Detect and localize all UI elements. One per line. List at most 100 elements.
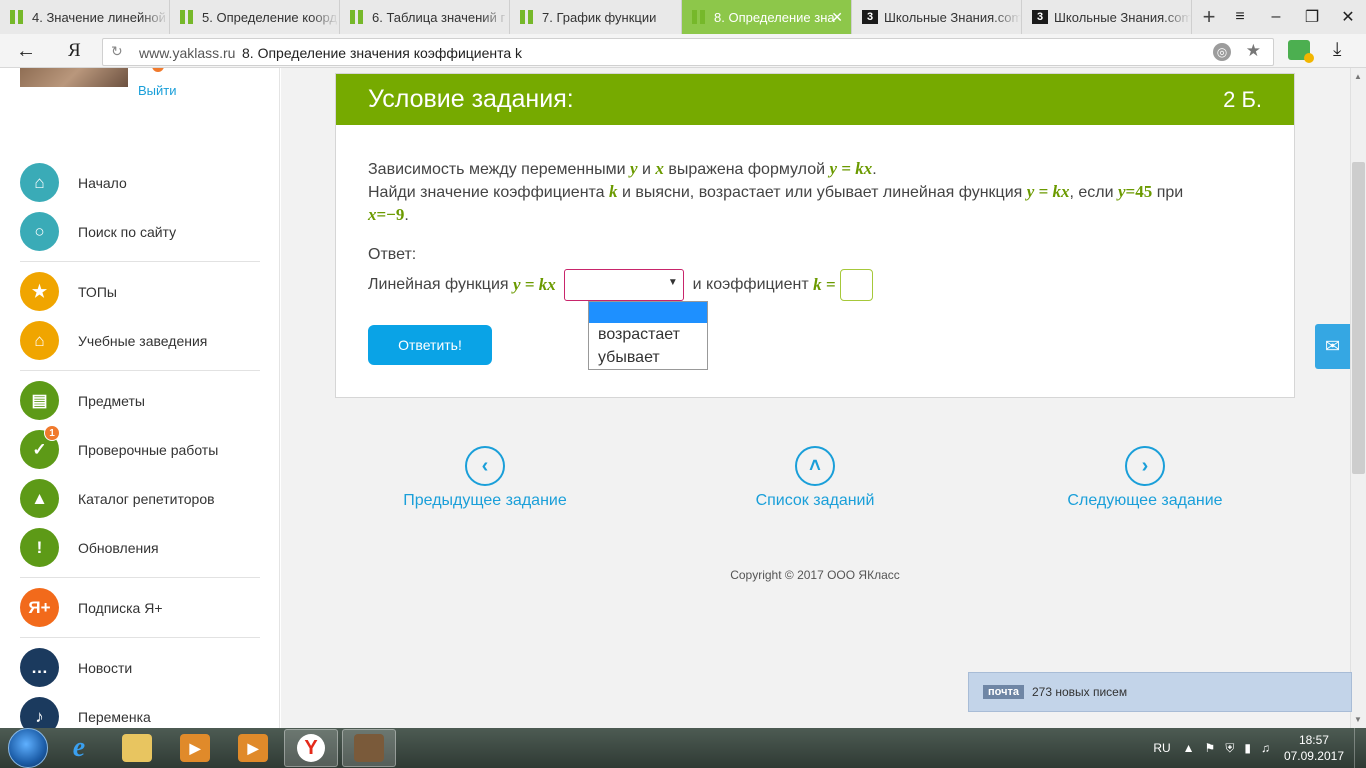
yandex-logo[interactable]: Я [68, 40, 81, 62]
task-question: Зависимость между переменными y и x выра… [368, 158, 1268, 227]
sidebar: Выйти ⌂ Начало ○ Поиск по сайту ★ ТОПы ⌂ Учебны… [0, 68, 280, 728]
submit-answer-button[interactable]: Ответить! [368, 325, 492, 365]
task-list-link[interactable]: ˄ Список заданий [695, 446, 935, 510]
browser-tab[interactable]: 3 Школьные Знания.com [1022, 0, 1192, 34]
chevron-right-icon[interactable]: › [1125, 446, 1165, 486]
sidebar-item[interactable]: ▲ Каталог репетиторов [20, 474, 260, 523]
security-icon[interactable]: ⛨ [1225, 741, 1234, 756]
taskbar-app[interactable] [342, 729, 396, 767]
sidebar-item[interactable]: ⌂ Учебные заведения [20, 316, 260, 365]
page-scrollbar[interactable]: ▲ ▼ [1350, 68, 1366, 728]
taskbar-yandex-browser[interactable]: Y [284, 729, 338, 767]
sidebar-nav: ⌂ Начало ○ Поиск по сайту ★ ТОПы ⌂ Учебные заве… [20, 158, 260, 728]
feedback-mail-button[interactable]: ✉ [1315, 324, 1350, 369]
sidebar-item[interactable]: ! Обновления [20, 523, 260, 572]
bookmark-star-icon[interactable]: ★ [1246, 41, 1261, 61]
url-field[interactable]: ↻ www.yaklass.ru 8. Определение значения… [102, 38, 1274, 66]
menu-icon[interactable]: ≡ [1222, 0, 1258, 34]
sidebar-item[interactable]: ▤ Предметы [20, 376, 260, 425]
sidebar-item-label: Подписка Я+ [78, 599, 163, 616]
address-bar: ← Я ↻ www.yaklass.ru 8. Определение знач… [0, 34, 1366, 68]
browser-tab[interactable]: 6. Таблица значений г [340, 0, 510, 34]
chevron-left-icon[interactable]: ‹ [465, 446, 505, 486]
task-navigation: ‹ Предыдущее задание ˄ Список заданий › … [335, 446, 1295, 516]
logout-link[interactable]: Выйти [138, 83, 177, 98]
sidebar-item[interactable]: ⌂ Начало [20, 158, 260, 207]
coefficient-input[interactable] [839, 269, 873, 301]
new-tab-button[interactable]: + [1192, 0, 1226, 34]
prev-task-link[interactable]: ‹ Предыдущее задание [365, 446, 605, 510]
start-button[interactable] [8, 728, 48, 768]
sidebar-item-label: Каталог репетиторов [78, 490, 215, 507]
taskbar-ie[interactable]: e [52, 729, 106, 767]
answer-label: Ответ: [368, 246, 417, 263]
show-desktop-button[interactable] [1354, 728, 1366, 768]
scrollbar-thumb[interactable] [1352, 162, 1365, 474]
yaklass-favicon-icon [10, 10, 26, 24]
browser-tab[interactable]: 7. График функции [510, 0, 682, 34]
sidebar-item[interactable]: Я+ Подписка Я+ [20, 583, 260, 632]
scroll-up-icon[interactable]: ▲ [1354, 72, 1362, 81]
volume-icon[interactable]: ♫ [1261, 741, 1270, 755]
formula: y = kx [1026, 182, 1070, 201]
dropdown-option[interactable]: убывает [589, 346, 707, 369]
clock[interactable]: 18:57 07.09.2017 [1284, 732, 1344, 764]
download-icon[interactable]: ⤓ [1333, 39, 1341, 61]
tab-fade [993, 0, 1021, 34]
next-task-link[interactable]: › Следующее задание [1025, 446, 1265, 510]
formula: y = kx [513, 275, 556, 294]
znanija-favicon-icon: 3 [1032, 10, 1048, 24]
system-tray: RU ▲ ⚑ ⛨ ▮ ♫ 18:57 07.09.2017 [1153, 728, 1366, 768]
dropdown-option[interactable]: возрастает [589, 323, 707, 346]
browser-tab[interactable]: 5. Определение коорд [170, 0, 340, 34]
task-card-header: Условие задания: 2 Б. [336, 74, 1294, 125]
answer-row: Линейная функция y = kx ▼ и коэффициент … [368, 269, 873, 301]
sidebar-item-label: Поиск по сайту [78, 223, 177, 240]
sidebar-item[interactable]: … Новости [20, 643, 260, 692]
main-content: Условие задания: 2 Б. Зависимость между … [281, 68, 1350, 728]
browser-tab[interactable]: 3 Школьные Знания.com [852, 0, 1022, 34]
browser-tab[interactable]: 8. Определение зна ✕ [682, 0, 852, 34]
taskbar-media-2[interactable]: ▶ [226, 729, 280, 767]
trend-select[interactable]: ▼ [563, 269, 684, 301]
exclamation-icon: ! [20, 528, 59, 567]
divider [20, 637, 260, 638]
mail-notification[interactable]: почта 273 новых писем [968, 672, 1352, 712]
tray-arrow-icon[interactable]: ▲ [1183, 741, 1195, 755]
minimize-icon[interactable]: – [1258, 0, 1294, 34]
question-line-3: x=−9. [368, 205, 409, 224]
taskbar-media-1[interactable]: ▶ [168, 729, 222, 767]
browser-tab[interactable]: 4. Значение линейной [0, 0, 170, 34]
chevron-up-icon[interactable]: ˄ [795, 446, 835, 486]
restore-icon[interactable]: ❐ [1294, 0, 1330, 34]
back-arrow-icon[interactable]: ← [16, 40, 36, 63]
close-tab-icon[interactable]: ✕ [831, 9, 843, 26]
notification-dot [152, 68, 164, 72]
chat-icon: … [20, 648, 59, 687]
extension-icon[interactable] [1288, 40, 1314, 63]
avatar[interactable] [20, 68, 128, 87]
taskbar-explorer[interactable] [110, 729, 164, 767]
search-icon: ○ [20, 212, 59, 251]
school-icon: ⌂ [20, 321, 59, 360]
sidebar-item-label: Предметы [78, 392, 145, 409]
scroll-down-icon[interactable]: ▼ [1354, 715, 1362, 724]
clock-date: 07.09.2017 [1283, 749, 1344, 763]
tab-label: 8. Определение зна [714, 9, 835, 25]
sidebar-item[interactable]: ✓ 1 Проверочные работы [20, 425, 260, 474]
sidebar-item[interactable]: ★ ТОПы [20, 267, 260, 316]
sidebar-item-label: Начало [78, 174, 127, 191]
dropdown-arrow-icon[interactable]: ▼ [668, 277, 678, 288]
language-indicator[interactable]: RU [1153, 741, 1170, 755]
star-icon: ★ [20, 272, 59, 311]
mail-tag: почта [983, 685, 1024, 699]
network-icon[interactable]: ▮ [1244, 741, 1251, 755]
taskbar: e ▶ ▶ Y RU ▲ ⚑ ⛨ ▮ ♫ 18:57 07.09.2017 [0, 728, 1366, 768]
sidebar-item[interactable]: ♪ Переменка [20, 692, 260, 728]
reload-icon[interactable]: ↻ [111, 43, 123, 60]
sidebar-item[interactable]: ○ Поиск по сайту [20, 207, 260, 256]
dropdown-option[interactable] [589, 302, 707, 323]
close-window-icon[interactable]: ✕ [1330, 0, 1366, 34]
flag-icon[interactable]: ⚑ [1205, 741, 1216, 755]
globe-icon[interactable]: ◎ [1213, 43, 1231, 61]
